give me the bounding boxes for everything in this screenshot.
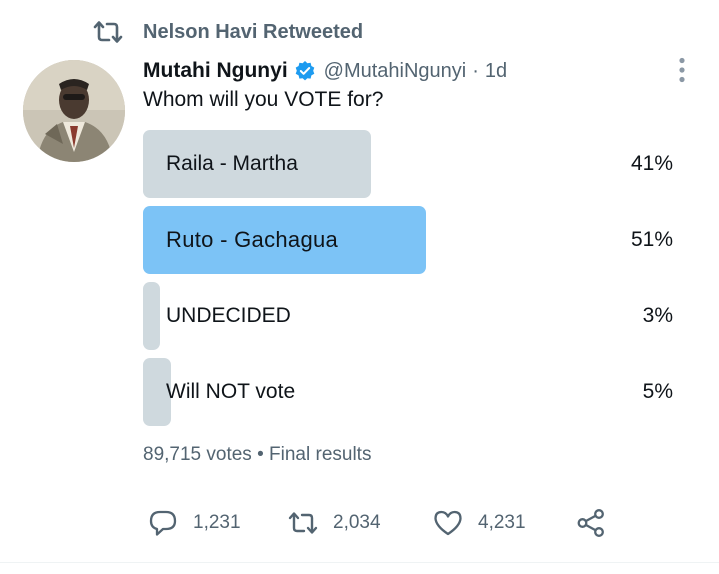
poll-option: Will NOT vote 5% [143, 358, 673, 426]
share-icon [575, 507, 607, 539]
poll-bullet: • [257, 444, 264, 465]
poll-option-percent: 41% [630, 152, 673, 175]
verified-badge-icon [294, 60, 316, 82]
tweet-header: Mutahi Ngunyi @MutahiNgunyi · 1d [143, 56, 507, 86]
poll-option-label: UNDECIDED [166, 304, 291, 327]
retweet-icon [287, 507, 319, 539]
like-count: 4,231 [478, 512, 526, 533]
poll-option-percent: 3% [642, 304, 673, 327]
tweet-timestamp[interactable]: 1d [485, 60, 507, 83]
retweeted-by-label[interactable]: Nelson Havi Retweeted [143, 21, 363, 44]
poll-option-percent: 5% [642, 380, 673, 403]
separator-dot: · [472, 59, 479, 82]
poll-option: Raila - Martha 41% [143, 130, 673, 198]
poll-option-label: Raila - Martha [166, 152, 298, 175]
poll-option-label: Will NOT vote [166, 380, 296, 403]
reply-icon [147, 507, 179, 539]
poll-option: Ruto - Gachagua 51% [143, 206, 673, 274]
more-vertical-icon [679, 57, 685, 83]
retweet-button[interactable]: 2,034 [287, 505, 381, 541]
avatar[interactable] [23, 60, 125, 162]
reply-button[interactable]: 1,231 [147, 505, 241, 541]
poll-status: Final results [269, 444, 372, 465]
poll-summary: 89,715 votes • Final results [143, 444, 371, 466]
poll-vote-count: 89,715 votes [143, 444, 252, 465]
poll-option-label: Ruto - Gachagua [166, 227, 339, 252]
share-button[interactable] [575, 505, 607, 541]
retweet-icon [92, 18, 126, 46]
avatar-image [23, 60, 125, 162]
poll-option-bar [143, 282, 160, 350]
poll-option-percent: 51% [630, 228, 673, 251]
more-options-button[interactable] [668, 56, 696, 84]
poll-option: UNDECIDED 3% [143, 282, 673, 350]
author-name[interactable]: Mutahi Ngunyi [143, 59, 288, 83]
like-button[interactable]: 4,231 [432, 505, 526, 541]
retweet-banner: Nelson Havi Retweeted [92, 18, 363, 46]
retweet-count: 2,034 [333, 512, 381, 533]
author-handle[interactable]: @MutahiNgunyi [324, 60, 467, 83]
heart-icon [432, 507, 464, 539]
reply-count: 1,231 [193, 512, 241, 533]
divider [0, 562, 719, 563]
tweet-text: Whom will you VOTE for? [143, 88, 384, 111]
